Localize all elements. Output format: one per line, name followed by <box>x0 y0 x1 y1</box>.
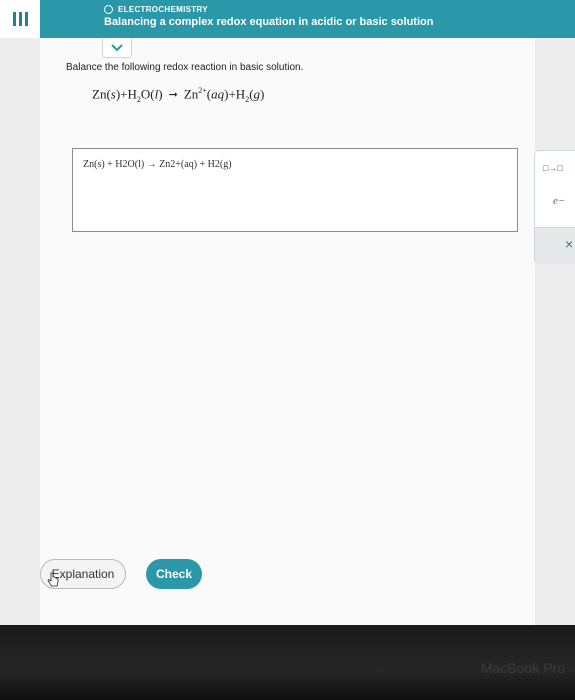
main-panel <box>40 38 535 625</box>
screen: ELECTROCHEMISTRY Balancing a complex red… <box>0 0 575 625</box>
laptop-label: MacBook Pro <box>480 660 565 676</box>
menu-icon[interactable] <box>0 0 40 38</box>
topic-label: ELECTROCHEMISTRY <box>118 5 208 14</box>
answer-input-box[interactable]: Zn(s) + H2O(l) → Zn2+(aq) + H2(g) <box>72 148 518 232</box>
answer-equation[interactable]: Zn(s) + H2O(l) → Zn2+(aq) + H2(g) <box>83 159 232 170</box>
reaction-equation: Zn(s)+H2O(l) ➞ Zn2+(aq)+H2(g) <box>92 86 265 104</box>
close-button[interactable]: × <box>535 227 575 265</box>
electron-button[interactable]: e− <box>553 195 565 207</box>
collapse-tab[interactable] <box>102 38 132 58</box>
topic-circle-icon <box>104 5 113 14</box>
question-prompt: Balance the following redox reaction in … <box>66 62 304 73</box>
close-icon: × <box>565 236 574 252</box>
reaction-arrow-icon[interactable]: □→□ <box>543 163 563 173</box>
top-bar: ELECTROCHEMISTRY Balancing a complex red… <box>0 0 575 38</box>
chevron-down-icon <box>111 43 123 51</box>
tool-panel: □→□ e− × <box>534 150 575 265</box>
lesson-title: Balancing a complex redox equation in ac… <box>104 16 434 28</box>
hand-cursor-icon <box>47 572 59 587</box>
topic-row: ELECTROCHEMISTRY <box>104 5 208 14</box>
check-button[interactable]: Check <box>146 559 202 589</box>
